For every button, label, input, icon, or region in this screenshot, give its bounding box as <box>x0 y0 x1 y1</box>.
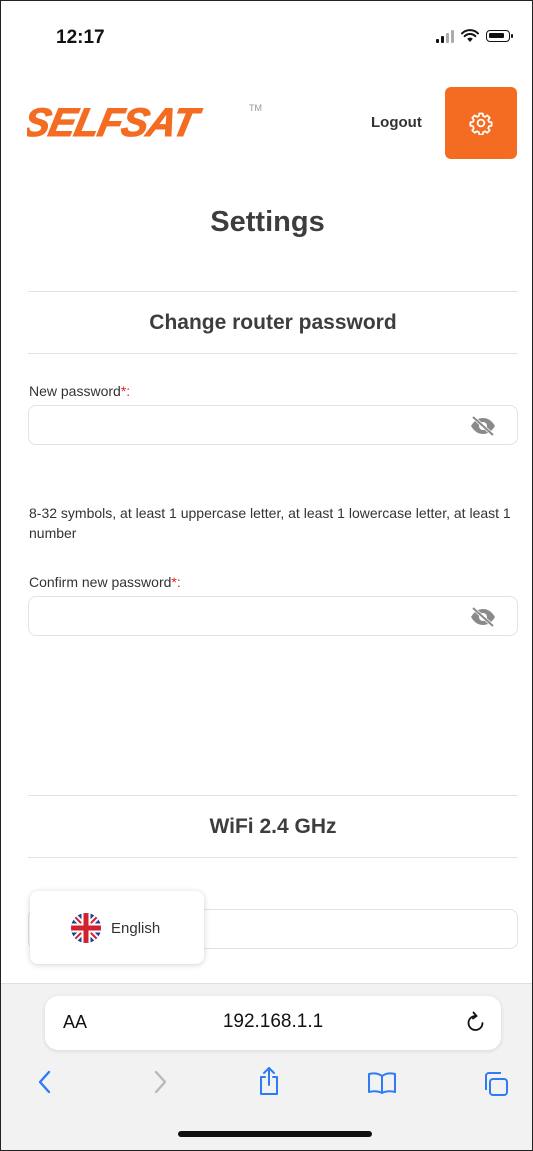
status-time: 12:17 <box>56 27 105 48</box>
bookmarks-icon[interactable] <box>367 1071 397 1095</box>
language-label: English <box>111 920 161 937</box>
settings-button[interactable] <box>445 87 517 159</box>
language-selector[interactable]: English <box>30 891 204 964</box>
confirm-password-label: Confirm new password*: <box>29 574 181 590</box>
battery-icon <box>486 30 513 42</box>
logout-button[interactable]: Logout <box>371 114 422 131</box>
share-icon[interactable] <box>257 1066 281 1096</box>
browser-toolbar: AA 192.168.1.1 <box>1 983 532 1150</box>
gear-icon <box>469 112 493 135</box>
logo-tm: TM <box>249 103 262 113</box>
url-text[interactable]: 192.168.1.1 <box>45 1011 501 1033</box>
back-icon[interactable] <box>38 1070 52 1094</box>
phone-screen: 12:17 SELFSAT TM Logout Settings Change … <box>0 0 533 1151</box>
eye-slash-icon[interactable] <box>469 416 497 436</box>
divider <box>28 857 518 858</box>
selfsat-logo[interactable]: SELFSAT TM <box>19 99 267 146</box>
wifi-section-title: WiFi 2.4 GHz <box>209 815 337 838</box>
home-indicator <box>178 1131 372 1137</box>
wifi-icon <box>461 29 479 42</box>
status-icons <box>436 29 513 43</box>
password-hint: 8-32 symbols, at least 1 uppercase lette… <box>29 505 511 541</box>
reload-icon[interactable] <box>465 1010 487 1034</box>
tabs-icon[interactable] <box>482 1071 510 1097</box>
new-password-input[interactable] <box>28 405 518 445</box>
divider <box>28 353 518 354</box>
logo-text: SELFSAT <box>27 99 205 141</box>
page-title: Settings <box>210 206 325 238</box>
confirm-password-input[interactable] <box>28 596 518 636</box>
router-section-title: Change router password <box>149 311 397 334</box>
cellular-signal-icon <box>436 29 454 43</box>
eye-slash-icon[interactable] <box>469 607 497 627</box>
uk-flag-icon <box>71 913 101 943</box>
divider <box>28 291 518 292</box>
address-bar[interactable]: AA 192.168.1.1 <box>45 996 501 1050</box>
new-password-label: New password*: <box>29 383 131 399</box>
divider <box>28 795 518 796</box>
forward-icon[interactable] <box>153 1070 167 1094</box>
